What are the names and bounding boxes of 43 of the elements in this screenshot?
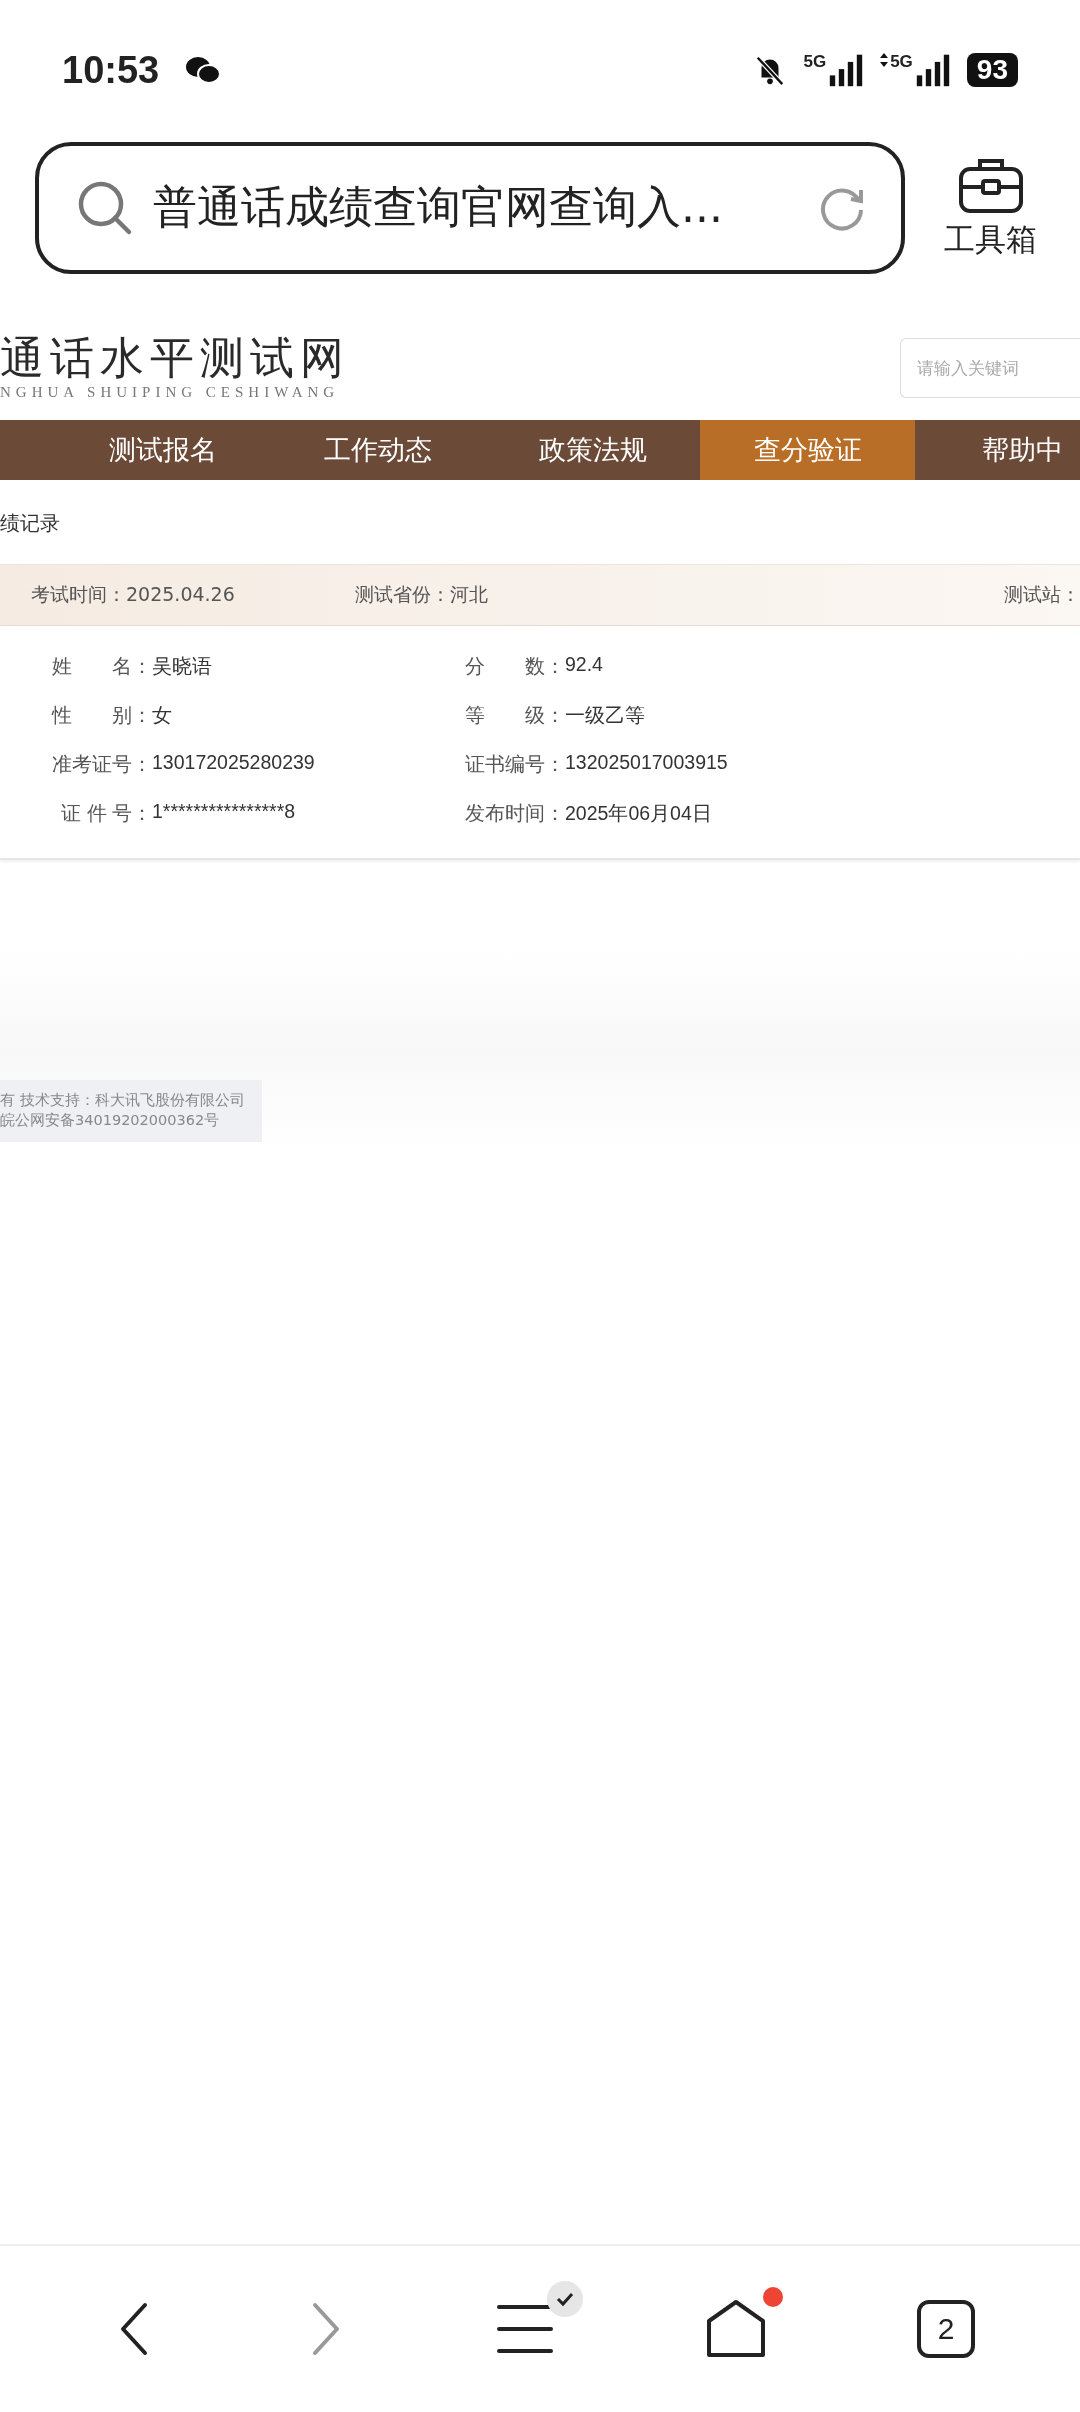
address-bar[interactable]: 普通话成绩查询官网查询入... [35, 141, 905, 274]
field-label: 分 数： [464, 654, 565, 679]
nav-tab[interactable]: 政策法规 [485, 420, 700, 480]
field-value: 吴晓语 [152, 654, 212, 679]
toolbox-button[interactable]: 工具箱 [923, 154, 1058, 261]
site-logo-title: 通话水平测试网 [0, 333, 350, 383]
field-label: 证书编号： [464, 752, 565, 777]
signal-icon [914, 53, 951, 87]
address-text: 普通话成绩查询官网查询入... [153, 180, 724, 234]
nav-tab[interactable]: 查分验证 [700, 420, 915, 480]
site-logo-subtitle: NGHUA SHUIPING CESHIWANG [0, 384, 341, 402]
field-label: 姓 名： [51, 654, 152, 679]
site-search-field[interactable]: 请输入关键词 [900, 337, 1080, 398]
field-label: 准考证号： [51, 752, 152, 777]
field-value: 92.4 [565, 653, 603, 677]
field-label: 发布时间： [464, 801, 565, 826]
footer-text: 皖公网安备34019202000362号 [0, 1111, 221, 1130]
footer-text: 有 技术支持：科大讯飞股份有限公司 [0, 1091, 246, 1111]
network-type: 5G [890, 53, 913, 70]
status-time: 10:53 [62, 48, 160, 92]
chat-app-icon [185, 55, 222, 85]
field-value: 1****************8 [152, 800, 296, 824]
home-button[interactable] [705, 2299, 767, 2359]
nav-tab[interactable]: 工作动态 [270, 420, 485, 480]
nav-tab[interactable]: 帮助中 [915, 420, 1080, 480]
exam-info-text: 测试站： [1004, 582, 1080, 607]
field-label: 证 件 号： [60, 801, 152, 826]
network-type: 5G [803, 53, 827, 70]
field-value: 130172025280239 [152, 751, 315, 775]
field-label: 等 级： [464, 703, 565, 728]
field-value: 一级乙等 [565, 703, 645, 728]
signal-icon [828, 53, 865, 87]
data-arrows-icon [880, 53, 889, 67]
exam-info-text: 测试省份：河北 [354, 582, 488, 607]
tabs-button[interactable]: 2 [917, 2300, 975, 2358]
breadcrumb: 绩记录 [0, 510, 61, 537]
exam-info-text: 考试时间：2025.04.26 [31, 582, 235, 607]
nav-tab[interactable]: 测试报名 [55, 420, 270, 480]
field-value: 女 [152, 703, 172, 728]
field-value: 2025年06月04日 [565, 801, 712, 826]
battery-level: 93 [966, 52, 1018, 88]
field-value: 132025017003915 [565, 751, 728, 775]
field-label: 性 别： [50, 703, 152, 728]
